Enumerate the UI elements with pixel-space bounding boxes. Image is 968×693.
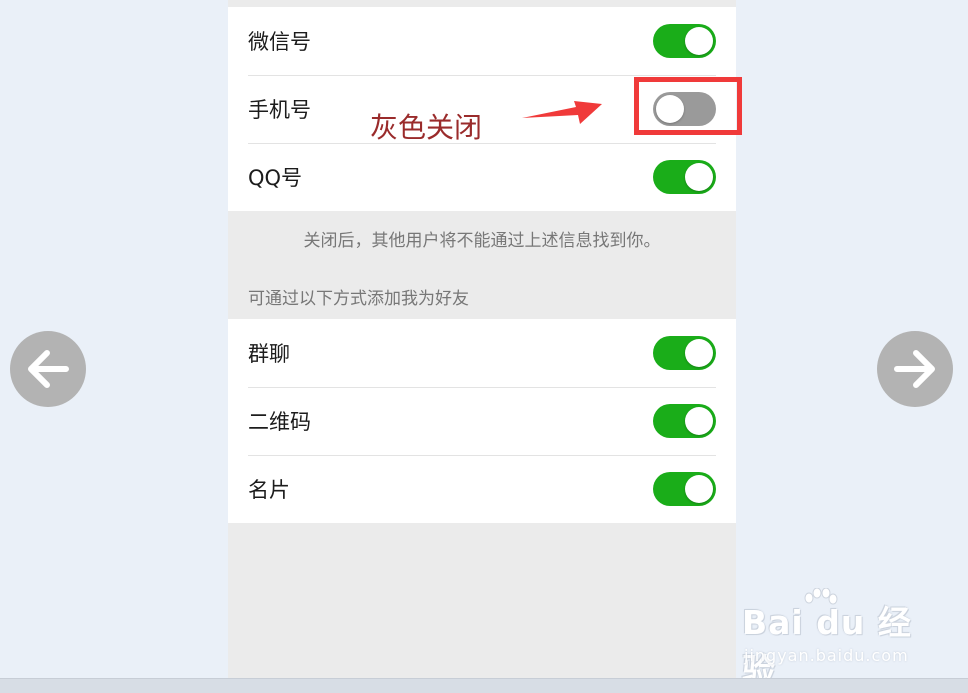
arrow-right-icon	[894, 350, 935, 388]
qr-code-toggle[interactable]	[653, 404, 716, 438]
toggle-knob	[685, 407, 713, 435]
business-card-toggle[interactable]	[653, 472, 716, 506]
setting-label: 微信号	[248, 30, 311, 54]
next-button[interactable]	[877, 331, 953, 407]
setting-row-qr-code: 二维码	[228, 387, 736, 455]
setting-label: 二维码	[248, 410, 311, 434]
setting-label: 群聊	[248, 342, 290, 366]
setting-row-wechat-id: 微信号	[228, 7, 736, 75]
privacy-group-2: 群聊 二维码 名片	[228, 319, 736, 523]
setting-label: QQ号	[248, 166, 303, 190]
wechat-id-toggle[interactable]	[653, 24, 716, 58]
toggle-knob	[685, 339, 713, 367]
section-header: 可通过以下方式添加我为好友	[248, 289, 469, 309]
paw-icon	[804, 588, 838, 605]
toggle-knob	[685, 163, 713, 191]
annotation-arrow-icon	[522, 101, 602, 124]
prev-button[interactable]	[10, 331, 86, 407]
arrow-left-icon	[28, 350, 69, 388]
setting-row-group-chat: 群聊	[228, 319, 736, 387]
bottom-strip	[0, 678, 968, 693]
annotation-highlight-box	[634, 77, 742, 135]
watermark-url: jingyan.baidu.com	[744, 646, 909, 665]
group-chat-toggle[interactable]	[653, 336, 716, 370]
toggle-knob	[685, 27, 713, 55]
qq-toggle[interactable]	[653, 160, 716, 194]
top-gap	[228, 0, 736, 7]
baidu-jingyan-watermark: Bai du 经验 jingyan.baidu.com	[742, 588, 922, 690]
setting-label: 手机号	[248, 98, 311, 122]
setting-row-business-card: 名片	[228, 455, 736, 523]
setting-row-qq: QQ号	[228, 143, 736, 211]
privacy-hint: 关闭后，其他用户将不能通过上述信息找到你。	[303, 230, 661, 251]
toggle-knob	[685, 475, 713, 503]
setting-label: 名片	[248, 478, 290, 502]
annotation-text: 灰色关闭	[370, 111, 483, 144]
